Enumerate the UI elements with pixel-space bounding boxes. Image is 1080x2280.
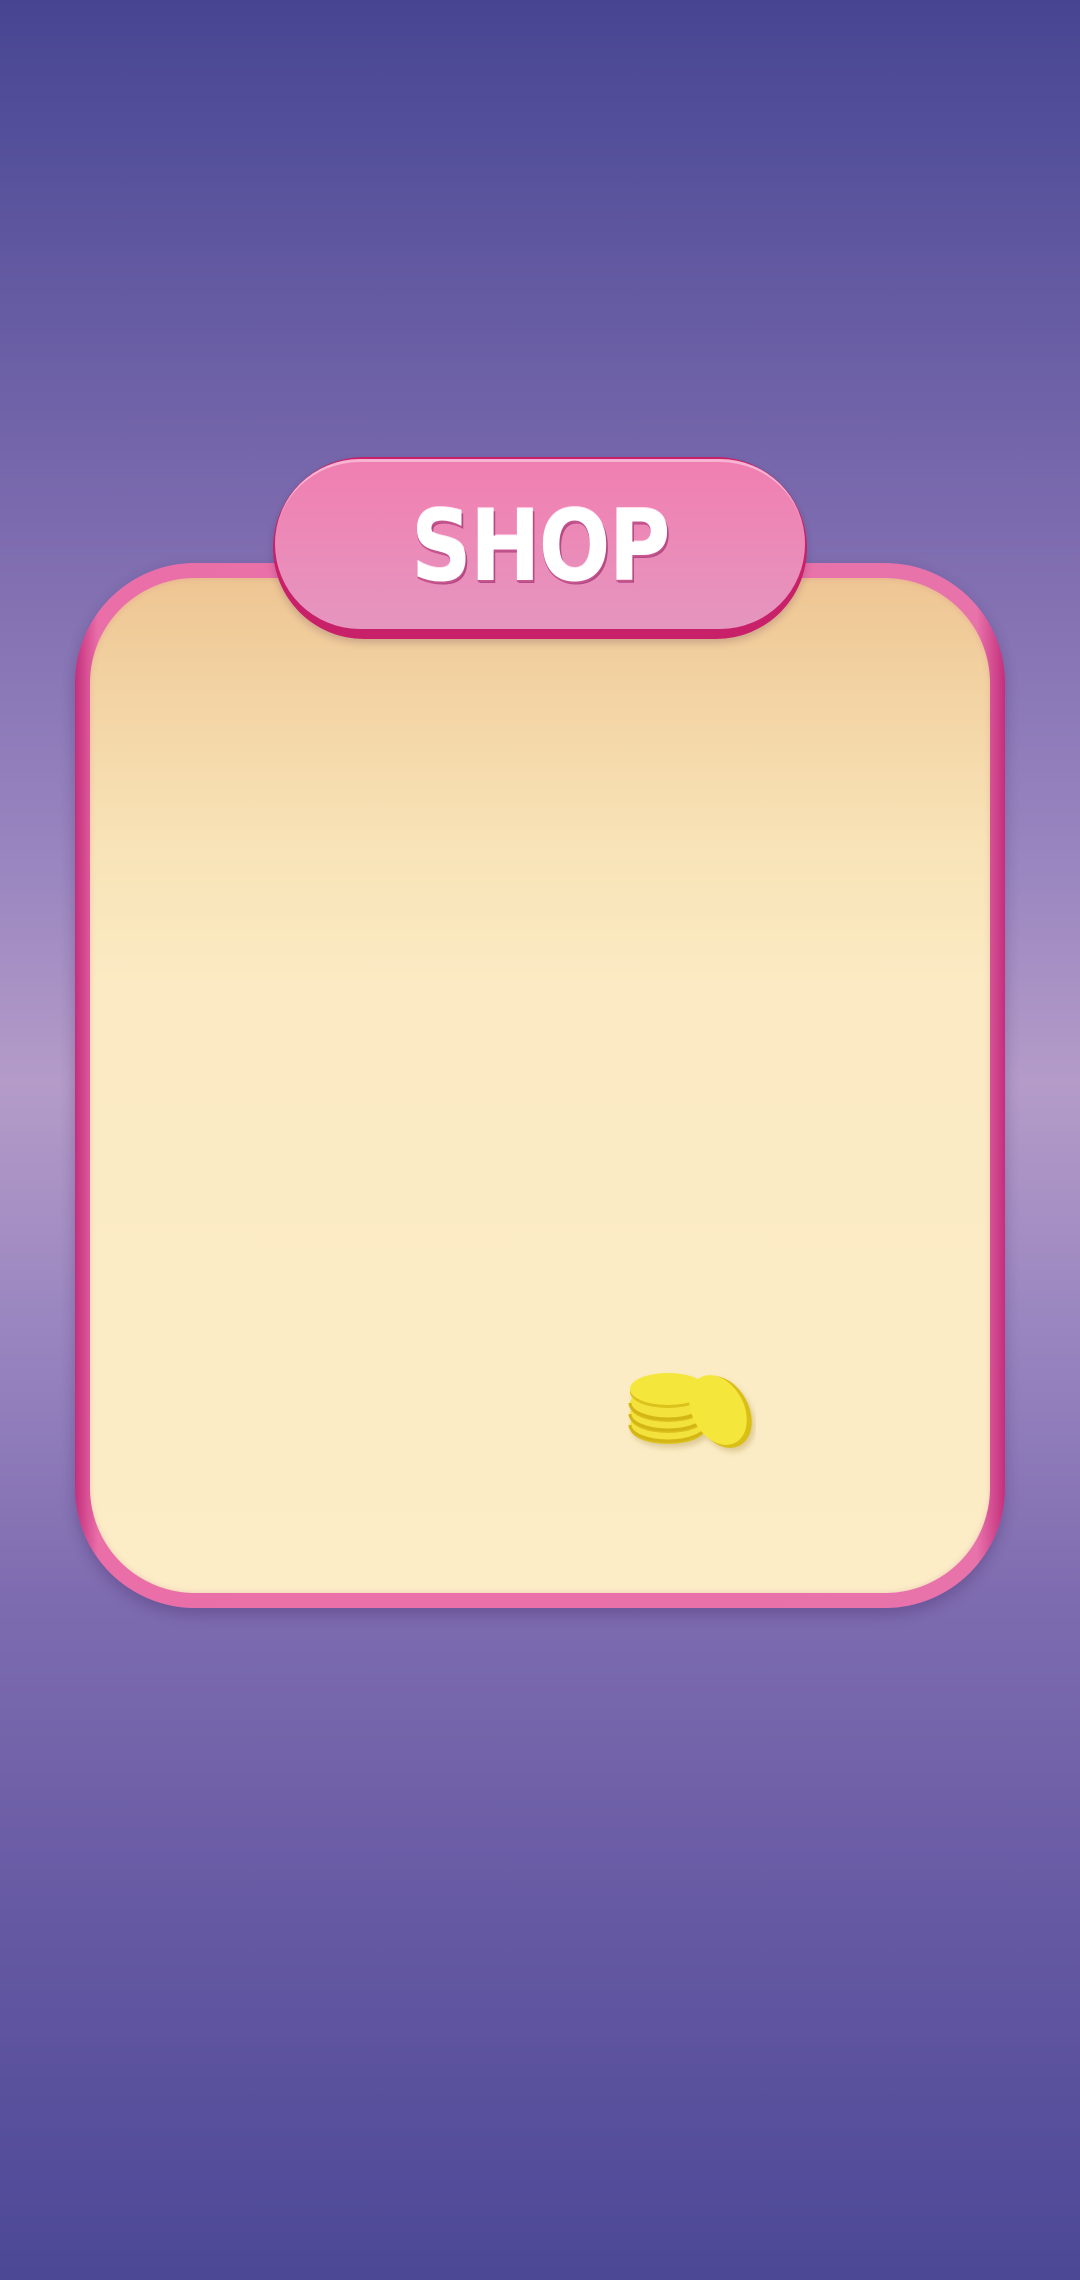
shop-panel [75, 563, 1005, 1608]
shop-panel-content [90, 578, 990, 1593]
shop-title: SHOP [411, 489, 670, 604]
shop-title-banner: SHOP [273, 457, 807, 639]
coin-stack-icon [628, 1362, 756, 1458]
shop-title-banner-face: SHOP [275, 459, 805, 629]
